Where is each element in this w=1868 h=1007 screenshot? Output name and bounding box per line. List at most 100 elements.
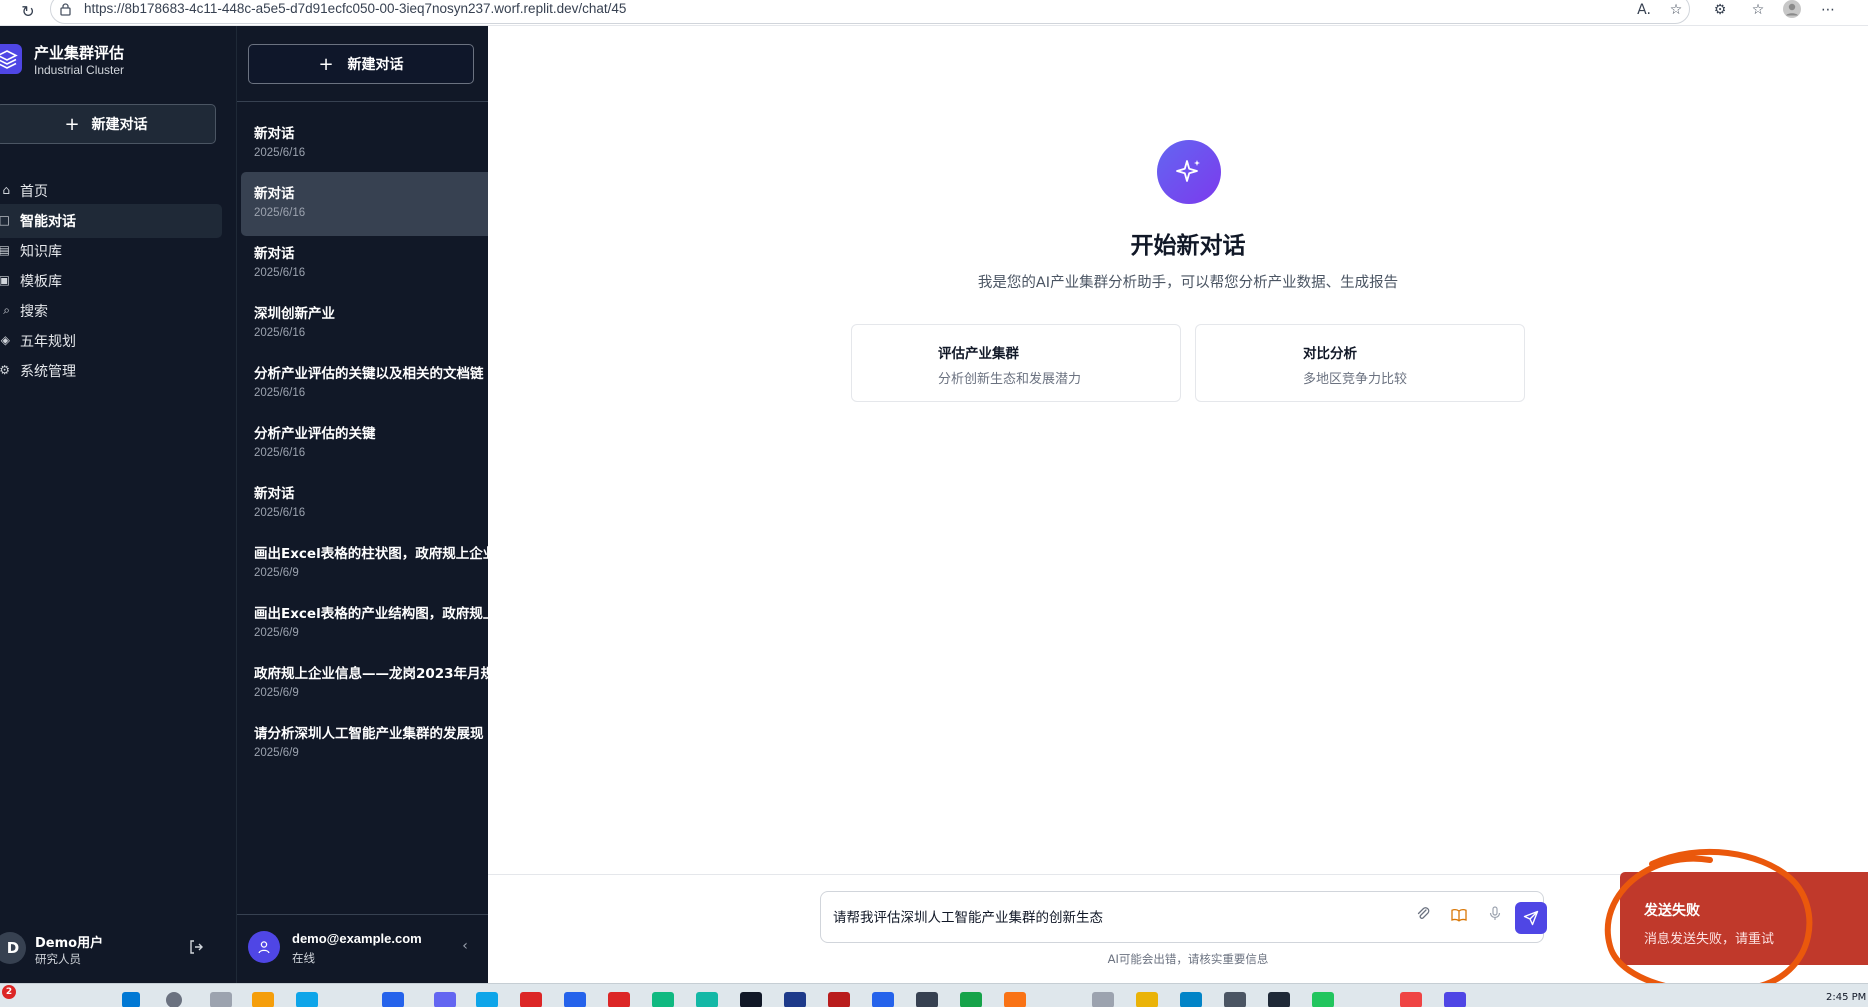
app-icon[interactable] bbox=[1400, 992, 1422, 1007]
lock-icon[interactable] bbox=[60, 3, 74, 17]
layers-logo-icon bbox=[0, 44, 22, 74]
nav-item-knowledge[interactable]: ▤ 知识库 bbox=[0, 234, 222, 268]
suggestion-card-compare[interactable]: 对比分析 多地区竞争力比较 bbox=[1195, 324, 1525, 402]
history-date: 2025/6/9 bbox=[254, 567, 299, 579]
file-explorer-icon[interactable] bbox=[252, 992, 274, 1007]
send-icon bbox=[1523, 910, 1539, 926]
app-icon[interactable] bbox=[1004, 992, 1026, 1007]
history-item[interactable]: 政府规上企业信息——龙岗2023年月规 2025/6/9 bbox=[241, 652, 488, 716]
extensions-icon[interactable]: ⚙ bbox=[1708, 0, 1732, 22]
new-chat-button[interactable]: + 新建对话 bbox=[0, 104, 216, 144]
history-item[interactable]: 分析产业评估的关键以及相关的文档链 2025/6/16 bbox=[241, 352, 488, 416]
nav-item-five-year-plan[interactable]: ◈ 五年规划 bbox=[0, 324, 222, 358]
history-title: 画出Excel表格的柱状图，政府规上企业 bbox=[254, 546, 488, 562]
brand-subtitle: Industrial Cluster bbox=[34, 63, 125, 77]
history-date: 2025/6/9 bbox=[254, 747, 299, 759]
history-item[interactable]: 深圳创新产业 2025/6/16 bbox=[241, 292, 488, 356]
history-date: 2025/6/16 bbox=[254, 387, 306, 399]
more-icon[interactable]: ⋯ bbox=[1816, 0, 1840, 22]
history-item[interactable]: 画出Excel表格的产业结构图，政府规上 2025/6/9 bbox=[241, 592, 488, 656]
history-item[interactable]: 新对话 2025/6/16 bbox=[241, 472, 488, 536]
clock: 2:45 PM bbox=[1826, 992, 1867, 1003]
history-title: 新对话 bbox=[254, 186, 295, 202]
browser-address-bar: ↻ https://8b178683-4c11-448c-a5e5-d7d91e… bbox=[0, 0, 1868, 26]
app-icon[interactable] bbox=[476, 992, 498, 1007]
app-icon[interactable] bbox=[960, 992, 982, 1007]
app-icon[interactable] bbox=[740, 992, 762, 1007]
divider bbox=[237, 914, 488, 915]
history-item[interactable]: 新对话 2025/6/16 bbox=[241, 232, 488, 296]
app-icon[interactable] bbox=[1268, 992, 1290, 1007]
history-item[interactable]: 分析产业评估的关键 2025/6/16 bbox=[241, 412, 488, 476]
user-email: demo@example.com bbox=[292, 931, 422, 946]
nav-label: 知识库 bbox=[20, 244, 62, 260]
history-date: 2025/6/16 bbox=[254, 507, 306, 519]
app-icon[interactable] bbox=[1180, 992, 1202, 1007]
history-date: 2025/6/16 bbox=[254, 267, 306, 279]
profile-icon[interactable] bbox=[1780, 0, 1804, 22]
app-icon[interactable] bbox=[916, 992, 938, 1007]
history-item[interactable]: 画出Excel表格的柱状图，政府规上企业 2025/6/9 bbox=[241, 532, 488, 596]
app-icon[interactable] bbox=[652, 992, 674, 1007]
favorite-icon[interactable]: ☆ bbox=[1664, 0, 1688, 22]
send-button[interactable] bbox=[1515, 902, 1547, 934]
app-icon[interactable] bbox=[784, 992, 806, 1007]
chevron-left-icon[interactable]: ‹ bbox=[455, 938, 475, 958]
nav-item-templates[interactable]: ▣ 模板库 bbox=[0, 264, 222, 298]
history-item[interactable]: 请分析深圳人工智能产业集群的发展现 2025/6/9 bbox=[241, 712, 488, 776]
search-icon[interactable] bbox=[166, 992, 182, 1007]
nav-label: 五年规划 bbox=[20, 334, 76, 350]
url-text[interactable]: https://8b178683-4c11-448c-a5e5-d7d91ecf… bbox=[84, 1, 626, 21]
history-item[interactable]: 新对话 2025/6/16 bbox=[241, 112, 488, 176]
task-view-icon[interactable] bbox=[210, 992, 232, 1007]
book-open-icon[interactable] bbox=[1448, 906, 1470, 928]
history-date: 2025/6/16 bbox=[254, 147, 306, 159]
new-chat-button-history[interactable]: + 新建对话 bbox=[248, 44, 474, 84]
history-title: 深圳创新产业 bbox=[254, 306, 335, 322]
app-icon[interactable] bbox=[696, 992, 718, 1007]
red-circle-annotation bbox=[1604, 848, 1813, 995]
plan-icon: ◈ bbox=[0, 333, 10, 347]
history-date: 2025/6/16 bbox=[254, 447, 306, 459]
page-title: 开始新对话 bbox=[1130, 233, 1246, 259]
app-icon[interactable] bbox=[872, 992, 894, 1007]
paperclip-icon[interactable] bbox=[1412, 906, 1434, 928]
template-icon: ▣ bbox=[0, 273, 10, 287]
app-icon[interactable] bbox=[1136, 992, 1158, 1007]
read-aloud-icon[interactable]: A. bbox=[1632, 0, 1656, 22]
nav-item-search[interactable]: ⌕ 搜索 bbox=[0, 294, 222, 328]
windows-start-icon[interactable] bbox=[122, 992, 140, 1007]
suggestion-card-evaluate[interactable]: 评估产业集群 分析创新生态和发展潜力 bbox=[851, 324, 1181, 402]
app-icon[interactable] bbox=[564, 992, 586, 1007]
nav-item-home[interactable]: ⌂ 首页 bbox=[0, 174, 222, 208]
user-name: Demo用户 bbox=[35, 936, 104, 951]
app-icon[interactable] bbox=[434, 992, 456, 1007]
app-icon[interactable] bbox=[828, 992, 850, 1007]
microphone-icon[interactable] bbox=[1484, 906, 1506, 928]
app-icon[interactable] bbox=[608, 992, 630, 1007]
reload-icon[interactable]: ↻ bbox=[18, 2, 38, 22]
history-item-active[interactable]: 新对话 2025/6/16 bbox=[241, 172, 488, 236]
nav-label: 智能对话 bbox=[20, 214, 76, 230]
history-title: 新对话 bbox=[254, 486, 295, 502]
favorites-bar-icon[interactable]: ☆ bbox=[1746, 0, 1770, 22]
app-icon[interactable] bbox=[1444, 992, 1466, 1007]
app-icon[interactable] bbox=[520, 992, 542, 1007]
book-icon: ▤ bbox=[0, 243, 10, 257]
edge-icon[interactable] bbox=[296, 992, 318, 1007]
app-icon[interactable] bbox=[382, 992, 404, 1007]
nav-item-system[interactable]: ⚙ 系统管理 bbox=[0, 354, 222, 388]
nav-label: 搜索 bbox=[20, 304, 48, 320]
app-icon[interactable] bbox=[1224, 992, 1246, 1007]
message-input-value[interactable]: 请帮我评估深圳人工智能产业集群的创新生态 bbox=[833, 906, 1393, 926]
card-subtitle: 多地区竞争力比较 bbox=[1303, 372, 1408, 387]
app-icon[interactable] bbox=[1312, 992, 1334, 1007]
logout-icon[interactable] bbox=[186, 939, 206, 959]
card-title: 评估产业集群 bbox=[938, 346, 1019, 362]
taskbar: 2 2:45 PM bbox=[0, 983, 1868, 1007]
app-icon[interactable] bbox=[1092, 992, 1114, 1007]
nav-item-chat[interactable]: □ 智能对话 bbox=[0, 204, 222, 238]
chat-history-panel: + 新建对话 新对话 2025/6/16 新对话 2025/6/16 新对话 2… bbox=[236, 26, 488, 983]
nav-label: 首页 bbox=[20, 184, 48, 200]
history-title: 新对话 bbox=[254, 126, 295, 142]
